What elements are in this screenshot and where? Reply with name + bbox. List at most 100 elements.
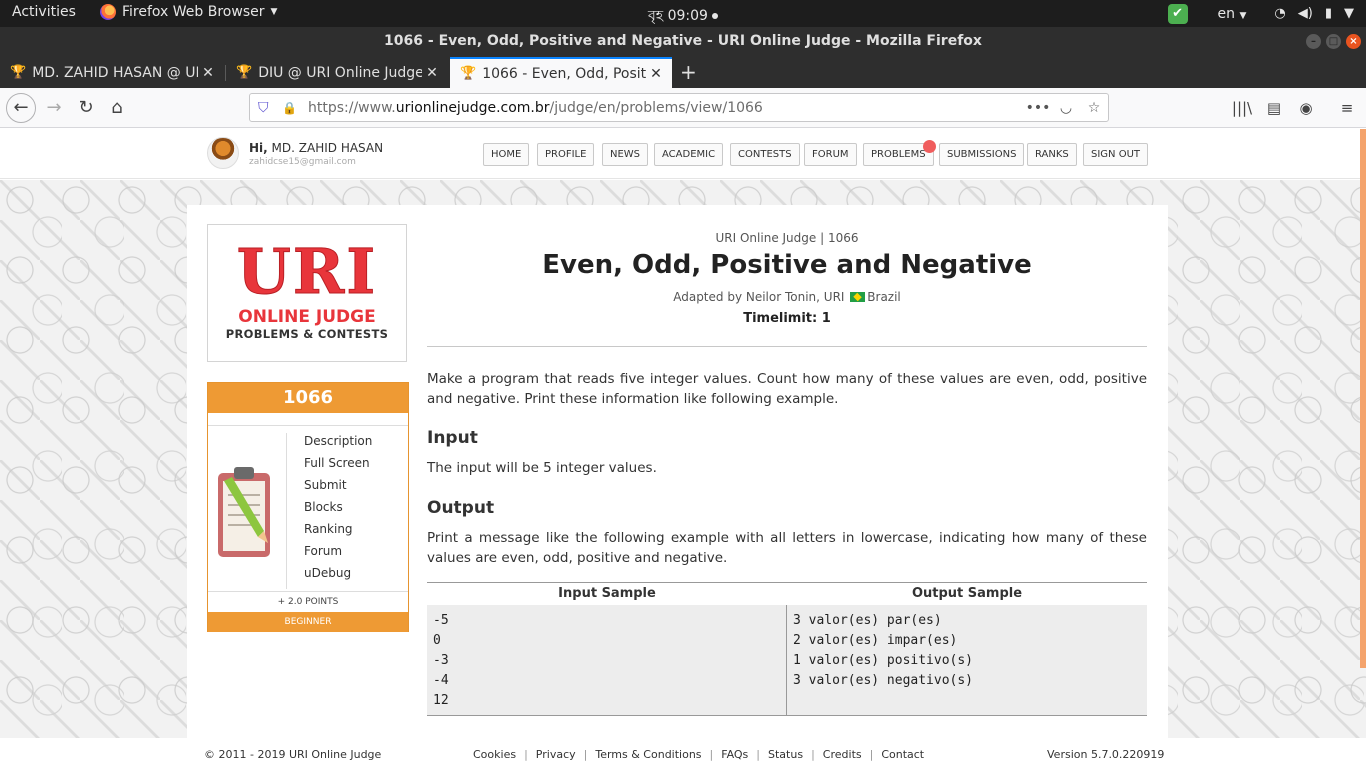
user-email: zahidcse15@gmail.com: [249, 157, 356, 167]
copyright: © 2011 - 2019 URI Online Judge: [204, 748, 382, 761]
app-menu[interactable]: Firefox Web Browser ▼: [100, 4, 277, 20]
close-tab-icon[interactable]: ✕: [198, 65, 218, 81]
tab-profile[interactable]: 🏆 MD. ZAHID HASAN @ URI ✕: [0, 57, 224, 88]
footer: © 2011 - 2019 URI Online Judge Cookies | …: [0, 738, 1366, 768]
activities-button[interactable]: Activities: [12, 4, 76, 20]
system-tray: ✔ en ▼ ◔ ◀) ▮ ▼: [1167, 0, 1366, 27]
link-full-screen[interactable]: Full Screen: [304, 455, 396, 477]
close-tab-icon[interactable]: ✕: [422, 65, 442, 81]
trophy-icon: 🏆: [460, 66, 477, 81]
footer-link-terms[interactable]: Terms & Conditions: [587, 748, 709, 761]
user-greeting: Hi, MD. ZAHID HASAN: [249, 141, 384, 155]
hamburger-menu-icon[interactable]: ≡: [1333, 94, 1361, 122]
reload-button[interactable]: ↻: [72, 94, 100, 122]
menu-sign-out[interactable]: SIGN OUT: [1083, 143, 1149, 166]
maximize-icon[interactable]: □: [1326, 34, 1341, 49]
problem-links: Description Full Screen Submit Blocks Ra…: [286, 433, 396, 589]
language-indicator[interactable]: en ▼: [1218, 6, 1247, 22]
back-button[interactable]: ←: [6, 93, 36, 123]
close-tab-icon[interactable]: ✕: [646, 66, 666, 82]
link-forum[interactable]: Forum: [304, 543, 396, 565]
input-sample-line: -5: [433, 613, 449, 628]
input-sample-line: 0: [433, 633, 441, 648]
footer-link-faqs[interactable]: FAQs: [713, 748, 756, 761]
menu-profile[interactable]: PROFILE: [537, 143, 595, 166]
pocket-icon[interactable]: ◡: [1052, 100, 1080, 116]
footer-link-contact[interactable]: Contact: [873, 748, 932, 761]
output-heading: Output: [427, 498, 495, 518]
avatar[interactable]: [207, 137, 239, 169]
window-titlebar: 1066 - Even, Odd, Positive and Negative …: [0, 27, 1366, 57]
minimize-icon[interactable]: –: [1306, 34, 1321, 49]
tab-strip: 🏆 MD. ZAHID HASAN @ URI ✕ 🏆 DIU @ URI On…: [0, 57, 1366, 88]
forward-button[interactable]: →: [40, 94, 68, 122]
output-sample-line: 3 valor(es) par(es): [793, 613, 942, 628]
system-top-bar: Activities Firefox Web Browser ▼ বৃহ 09:…: [0, 0, 1366, 27]
input-sample-line: -3: [433, 653, 449, 668]
tab-label: 1066 - Even, Odd, Positive and Negative: [482, 65, 646, 82]
battery-icon[interactable]: ▮: [1325, 6, 1332, 21]
tracking-shield-icon[interactable]: ⛉: [258, 100, 276, 116]
input-description: The input will be 5 integer values.: [427, 460, 657, 476]
logo-uri-text: URI: [236, 235, 378, 308]
footer-link-credits[interactable]: Credits: [815, 748, 870, 761]
navigation-toolbar: ← → ↻ ⌂ ⛉ 🔒 https://www.urionlinejudge.c…: [0, 88, 1366, 128]
output-sample-header: Output Sample: [911, 586, 1023, 601]
power-menu-icon[interactable]: ▼: [1344, 6, 1354, 21]
menu-academic[interactable]: ACADEMIC: [654, 143, 724, 166]
brazil-flag-icon: [850, 292, 866, 302]
url-bar[interactable]: ⛉ 🔒 https://www.urionlinejudge.com.br/ju…: [249, 93, 1109, 122]
problem-description: Make a program that reads five integer v…: [427, 371, 1147, 407]
output-sample-line: 2 valor(es) impar(es): [793, 633, 958, 648]
url-text[interactable]: https://www.urionlinejudge.com.br/judge/…: [308, 100, 1024, 116]
menu-submissions[interactable]: SUBMISSIONS: [939, 143, 1025, 166]
notification-badge: [923, 140, 936, 153]
uri-logo[interactable]: URI ONLINE JUDGE PROBLEMS & CONTESTS: [207, 224, 407, 362]
update-check-icon[interactable]: ✔: [1167, 3, 1188, 24]
clock-label: বৃহ 09:09: [648, 8, 708, 24]
link-ranking[interactable]: Ranking: [304, 521, 396, 543]
sidebar-icon[interactable]: ▤: [1260, 94, 1288, 122]
tab-diu[interactable]: 🏆 DIU @ URI Online Judge ✕: [226, 57, 448, 88]
input-sample: -5 0 -3 -4 12: [427, 605, 787, 715]
menu-ranks[interactable]: RANKS: [1027, 143, 1077, 166]
clock[interactable]: বৃহ 09:09: [648, 4, 718, 28]
link-udebug[interactable]: uDebug: [304, 565, 396, 587]
volume-icon[interactable]: ◀): [1298, 6, 1313, 21]
library-icon[interactable]: |||\: [1228, 94, 1256, 122]
notification-dot-icon: [711, 13, 718, 19]
new-tab-button[interactable]: +: [680, 60, 697, 84]
timelimit: Timelimit: 1: [743, 311, 831, 326]
scrollbar[interactable]: [1360, 129, 1366, 668]
home-button[interactable]: ⌂: [103, 94, 131, 122]
close-window-icon[interactable]: ×: [1346, 34, 1361, 49]
lock-icon[interactable]: 🔒: [282, 101, 300, 115]
link-blocks[interactable]: Blocks: [304, 499, 396, 521]
tab-label: DIU @ URI Online Judge: [258, 64, 422, 81]
tab-problem-1066[interactable]: 🏆 1066 - Even, Odd, Positive and Negativ…: [450, 57, 672, 88]
link-description[interactable]: Description: [304, 433, 396, 455]
menu-contests[interactable]: CONTESTS: [730, 143, 800, 166]
bookmark-star-icon[interactable]: ☆: [1080, 100, 1108, 116]
language-label: en: [1217, 5, 1236, 22]
menu-home[interactable]: HOME: [483, 143, 530, 166]
menu-news[interactable]: NEWS: [602, 143, 649, 166]
input-sample-line: 12: [433, 693, 449, 708]
problem-points: + 2.0 POINTS: [208, 591, 408, 611]
footer-link-cookies[interactable]: Cookies: [465, 748, 524, 761]
footer-link-status[interactable]: Status: [760, 748, 811, 761]
footer-link-privacy[interactable]: Privacy: [528, 748, 584, 761]
logo-tagline: PROBLEMS & CONTESTS: [225, 327, 389, 341]
account-icon[interactable]: ◉: [1292, 94, 1320, 122]
menu-forum[interactable]: FORUM: [804, 143, 857, 166]
problem-level-badge: BEGINNER: [208, 612, 408, 632]
input-heading: Input: [427, 428, 478, 448]
problem-sidebar: 1066 Description Full Screen Submit Bloc…: [207, 382, 409, 632]
wifi-icon[interactable]: ◔: [1274, 6, 1285, 21]
page-actions-icon[interactable]: •••: [1024, 100, 1052, 116]
output-description: Print a message like the following examp…: [427, 530, 1147, 566]
footer-links: Cookies | Privacy | Terms & Conditions | FA…: [465, 748, 932, 761]
link-submit[interactable]: Submit: [304, 477, 396, 499]
app-menu-label: Firefox Web Browser: [122, 4, 265, 20]
input-sample-header: Input Sample: [558, 586, 656, 601]
